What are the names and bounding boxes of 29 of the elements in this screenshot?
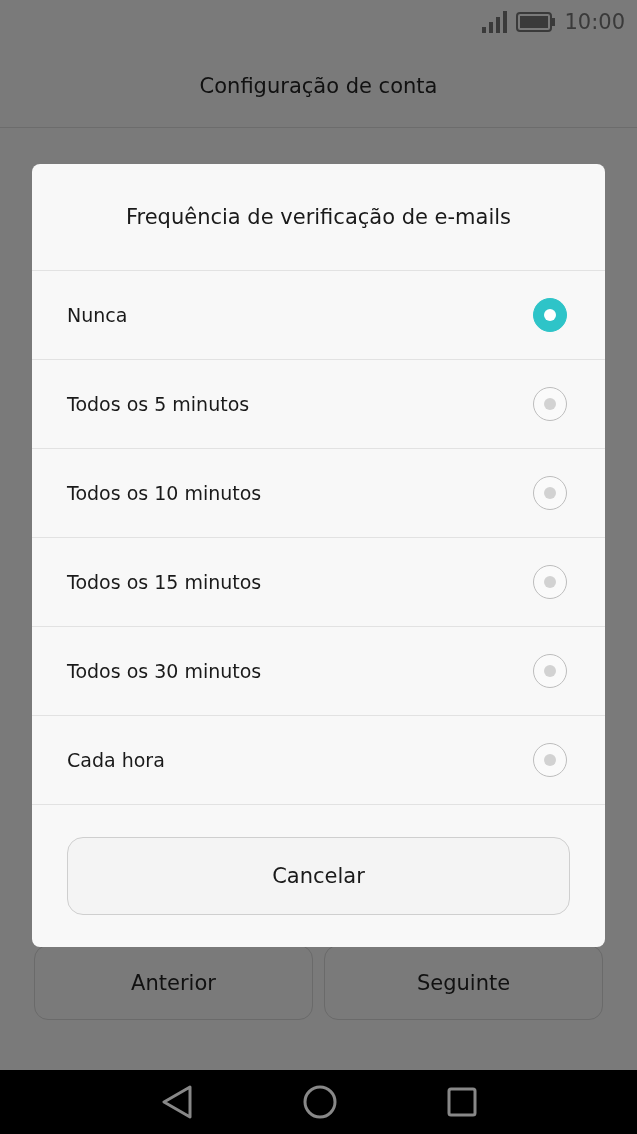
option-row[interactable]: Todos os 5 minutos <box>32 360 605 449</box>
dialog-title: Frequência de verificação de e-mails <box>125 205 512 229</box>
back-icon[interactable] <box>160 1085 193 1119</box>
option-label: Nunca <box>67 304 128 326</box>
signal-icon <box>482 11 509 33</box>
footer-button[interactable]: Anterior <box>34 945 313 1020</box>
radio-button[interactable] <box>533 743 567 777</box>
battery-icon <box>516 12 557 32</box>
status-time: 10:00 <box>564 10 625 34</box>
radio-button[interactable] <box>533 565 567 599</box>
option-label: Cada hora <box>67 749 165 771</box>
option-label: Todos os 15 minutos <box>67 571 262 593</box>
option-row[interactable]: Cada hora <box>32 716 605 805</box>
option-row[interactable]: Todos os 30 minutos <box>32 627 605 716</box>
radio-button[interactable] <box>533 476 567 510</box>
radio-button[interactable] <box>533 654 567 688</box>
radio-button[interactable] <box>533 298 567 332</box>
option-label: Todos os 5 minutos <box>67 393 250 415</box>
screen-title: Configuração de conta <box>199 73 438 98</box>
recents-icon[interactable] <box>446 1087 477 1117</box>
option-label: Todos os 30 minutos <box>67 660 262 682</box>
radio-button[interactable] <box>533 387 567 421</box>
cancel-button[interactable]: Cancelar <box>67 837 570 915</box>
option-row[interactable]: Todos os 10 minutos <box>32 449 605 538</box>
option-label: Todos os 10 minutos <box>67 482 262 504</box>
footer-button[interactable]: Seguinte <box>324 945 603 1020</box>
option-row[interactable]: Nunca <box>32 271 605 360</box>
option-row[interactable]: Todos os 15 minutos <box>32 538 605 627</box>
home-icon[interactable] <box>302 1085 337 1119</box>
